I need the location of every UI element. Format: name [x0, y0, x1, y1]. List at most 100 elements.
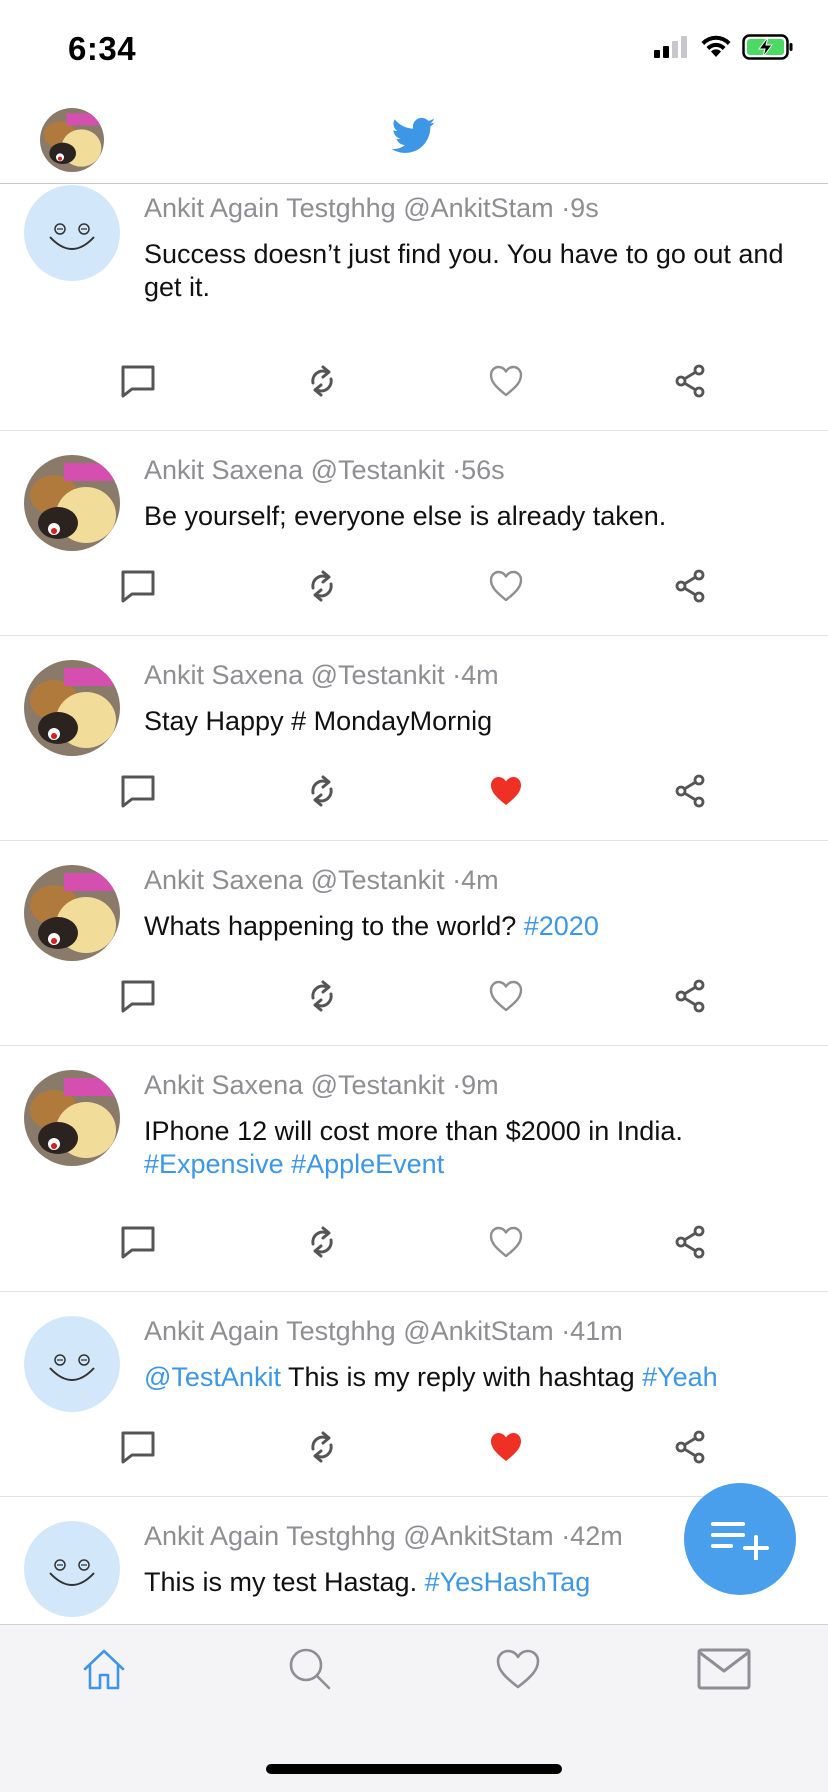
- retweet-button[interactable]: [302, 771, 342, 811]
- reply-icon: [121, 980, 155, 1013]
- tweet-avatar[interactable]: [24, 1316, 120, 1412]
- retweet-icon: [311, 365, 333, 397]
- reply-button[interactable]: [118, 1222, 158, 1262]
- share-button[interactable]: [670, 566, 710, 606]
- reply-icon: [121, 1431, 155, 1464]
- retweet-button[interactable]: [302, 566, 342, 606]
- share-button[interactable]: [670, 361, 710, 401]
- share-button[interactable]: [670, 976, 710, 1016]
- food-avatar-image: [24, 1070, 120, 1166]
- tweet-avatar[interactable]: [24, 660, 120, 756]
- reply-button[interactable]: [118, 361, 158, 401]
- tweet-timestamp: ·4m: [452, 865, 499, 895]
- hashtag-link[interactable]: #2020: [524, 911, 599, 941]
- heart-icon: [489, 570, 523, 602]
- retweet-button[interactable]: [302, 361, 342, 401]
- smiley-avatar-image: [24, 1316, 120, 1412]
- heart-icon: [489, 1226, 523, 1258]
- share-button[interactable]: [670, 1427, 710, 1467]
- tweet-avatar[interactable]: [24, 185, 120, 281]
- share-button[interactable]: [670, 771, 710, 811]
- author-handle[interactable]: @Testankit: [311, 1070, 445, 1100]
- profile-avatar-button[interactable]: [40, 108, 104, 172]
- compose-tweet-button[interactable]: [684, 1483, 796, 1595]
- like-button[interactable]: [486, 361, 526, 401]
- reply-icon: [121, 570, 155, 603]
- battery-charging-icon: [742, 34, 793, 60]
- tweet-avatar[interactable]: [24, 455, 120, 551]
- reply-icon: [121, 1226, 155, 1259]
- author-handle[interactable]: @Testankit: [311, 455, 445, 485]
- author-name[interactable]: Ankit Saxena: [144, 1070, 303, 1100]
- retweet-icon: [311, 980, 333, 1012]
- author-name[interactable]: Ankit Again Testghhg: [144, 1316, 396, 1346]
- tweet-header: Ankit Again Testghhg @AnkitStam ·41m: [144, 1316, 800, 1347]
- status-bar: 6:34: [0, 0, 828, 96]
- tab-home[interactable]: [76, 1641, 132, 1697]
- retweet-icon: [311, 570, 333, 602]
- tweet-row[interactable]: Ankit Again Testghhg @AnkitStam ·9s Succe…: [0, 185, 828, 431]
- author-handle[interactable]: @Testankit: [311, 660, 445, 690]
- wifi-icon: [701, 35, 731, 57]
- tweet-feed[interactable]: Ankit Again Testghhg @AnkitStam ·9s Succe…: [0, 185, 828, 1623]
- tweet-body: Ankit Saxena @Testankit ·56s Be yourself;…: [144, 455, 800, 533]
- reply-button[interactable]: [118, 566, 158, 606]
- food-avatar-image: [24, 865, 120, 961]
- reply-button[interactable]: [118, 771, 158, 811]
- reply-button[interactable]: [118, 976, 158, 1016]
- tweet-row[interactable]: Ankit Saxena @Testankit ·56s Be yourself;…: [0, 431, 828, 636]
- like-button[interactable]: [486, 566, 526, 606]
- tweet-actions: [0, 771, 828, 811]
- like-button[interactable]: [486, 771, 526, 811]
- hashtag-link[interactable]: #Yeah: [642, 1362, 718, 1392]
- reply-button[interactable]: [118, 1427, 158, 1467]
- author-handle[interactable]: @AnkitStam: [403, 1316, 553, 1346]
- retweet-button[interactable]: [302, 1222, 342, 1262]
- tweet-avatar[interactable]: [24, 1521, 120, 1617]
- tweet-body: Ankit Again Testghhg @AnkitStam ·41m @Tes…: [144, 1316, 800, 1394]
- tweet-avatar[interactable]: [24, 865, 120, 961]
- share-icon: [675, 364, 705, 398]
- author-name[interactable]: Ankit Saxena: [144, 865, 303, 895]
- author-name[interactable]: Ankit Saxena: [144, 455, 303, 485]
- retweet-button[interactable]: [302, 976, 342, 1016]
- hashtag-link[interactable]: #YesHashTag: [425, 1567, 591, 1597]
- tweet-actions: [0, 976, 828, 1016]
- like-button[interactable]: [486, 976, 526, 1016]
- status-time: 6:34: [68, 30, 137, 67]
- tweet-row[interactable]: Ankit Saxena @Testankit ·4m Stay Happy # …: [0, 636, 828, 841]
- like-button[interactable]: [486, 1222, 526, 1262]
- author-handle[interactable]: @AnkitStam: [403, 1521, 553, 1551]
- tweet-timestamp: ·9m: [452, 1070, 499, 1100]
- tweet-body: Ankit Again Testghhg @AnkitStam ·9s Succe…: [144, 193, 800, 304]
- food-avatar-image: [40, 108, 104, 172]
- retweet-icon: [311, 775, 333, 807]
- tweet-row[interactable]: Ankit Again Testghhg @AnkitStam ·41m @Tes…: [0, 1292, 828, 1497]
- food-avatar-image: [24, 660, 120, 756]
- tab-search[interactable]: [282, 1641, 338, 1697]
- tab-messages[interactable]: [696, 1641, 752, 1697]
- tweet-text-segment: Be yourself; everyone else is already ta…: [144, 501, 667, 531]
- home-indicator[interactable]: [266, 1764, 562, 1774]
- mention-link[interactable]: @TestAnkit: [144, 1362, 281, 1392]
- tweet-avatar[interactable]: [24, 1070, 120, 1166]
- author-handle[interactable]: @AnkitStam: [403, 193, 553, 223]
- tweet-text-segment: This is my test Hastag.: [144, 1567, 425, 1597]
- hashtag-link[interactable]: #Expensive #AppleEvent: [144, 1149, 444, 1179]
- share-icon: [675, 1225, 705, 1259]
- share-button[interactable]: [670, 1222, 710, 1262]
- tweet-header: Ankit Saxena @Testankit ·9m: [144, 1070, 800, 1101]
- heart-icon: [496, 1649, 540, 1689]
- reply-icon: [121, 775, 155, 808]
- retweet-button[interactable]: [302, 1427, 342, 1467]
- author-name[interactable]: Ankit Saxena: [144, 660, 303, 690]
- share-icon: [675, 569, 705, 603]
- reply-icon: [121, 365, 155, 398]
- author-name[interactable]: Ankit Again Testghhg: [144, 193, 396, 223]
- author-name[interactable]: Ankit Again Testghhg: [144, 1521, 396, 1551]
- author-handle[interactable]: @Testankit: [311, 865, 445, 895]
- tweet-row[interactable]: Ankit Saxena @Testankit ·9m IPhone 12 wil…: [0, 1046, 828, 1292]
- like-button[interactable]: [486, 1427, 526, 1467]
- tab-activity[interactable]: [490, 1641, 546, 1697]
- tweet-row[interactable]: Ankit Saxena @Testankit ·4m Whats happeni…: [0, 841, 828, 1046]
